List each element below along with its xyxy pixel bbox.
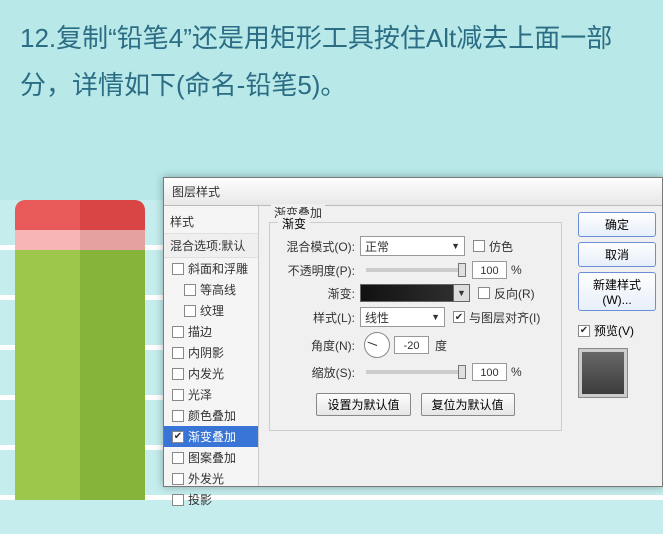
styles-list: 样式 混合选项:默认 斜面和浮雕等高线纹理描边内阴影内发光光泽颜色叠加 ✔ 渐变叠加… — [164, 206, 259, 486]
style-item-label: 内发光 — [188, 365, 224, 382]
style-checkbox[interactable] — [184, 305, 196, 317]
ok-button[interactable]: 确定 — [578, 212, 656, 237]
preview-label: 预览(V) — [594, 322, 634, 339]
style-checkbox[interactable] — [172, 347, 184, 359]
pencil-ferrule — [15, 230, 145, 250]
style-item[interactable]: 图案叠加 — [164, 447, 258, 468]
style-item-label: 渐变叠加 — [188, 428, 236, 445]
style-item[interactable]: 描边 — [164, 321, 258, 342]
blend-mode-label: 混合模式(O): — [280, 238, 355, 255]
opacity-value[interactable]: 100 — [472, 261, 507, 279]
blend-mode-select[interactable]: 正常 ▼ — [360, 236, 465, 256]
chevron-down-icon: ▼ — [451, 241, 460, 251]
scale-value[interactable]: 100 — [472, 363, 507, 381]
gradient-label: 渐变: — [280, 285, 355, 302]
dialog-title: 图层样式 — [172, 183, 220, 200]
style-item[interactable]: 颜色叠加 — [164, 405, 258, 426]
angle-value[interactable]: -20 — [394, 336, 429, 354]
style-item[interactable]: 纹理 — [164, 300, 258, 321]
settings-panel: 渐变叠加 渐变 混合模式(O): 正常 ▼ 仿色 不透明度(P): — [259, 206, 572, 486]
scale-slider[interactable] — [366, 370, 466, 374]
cancel-button[interactable]: 取消 — [578, 242, 656, 267]
style-item-label: 斜面和浮雕 — [188, 260, 248, 277]
style-checkbox[interactable] — [184, 284, 196, 296]
style-checkbox[interactable] — [172, 452, 184, 464]
style-item-label: 图案叠加 — [188, 449, 236, 466]
dialog-titlebar[interactable]: 图层样式 — [164, 178, 662, 206]
style-item-label: 投影 — [188, 491, 212, 508]
blend-options-header[interactable]: 混合选项:默认 — [164, 233, 258, 258]
new-style-button[interactable]: 新建样式(W)... — [578, 272, 656, 311]
reset-default-button[interactable]: 复位为默认值 — [421, 393, 515, 416]
style-select[interactable]: 线性 ▼ — [360, 307, 445, 327]
style-checkbox[interactable] — [172, 410, 184, 422]
reverse-checkbox[interactable] — [478, 287, 490, 299]
reverse-label: 反向(R) — [494, 285, 535, 302]
gradient-group: 渐变 混合模式(O): 正常 ▼ 仿色 不透明度(P): 100 — [269, 222, 562, 431]
style-item[interactable]: 斜面和浮雕 — [164, 258, 258, 279]
preview-checkbox[interactable]: ✔ — [578, 325, 590, 337]
style-checkbox[interactable] — [172, 263, 184, 275]
dialog-buttons-column: 确定 取消 新建样式(W)... ✔ 预览(V) — [572, 206, 662, 486]
chevron-down-icon[interactable]: ▼ — [453, 285, 469, 301]
angle-dial[interactable] — [364, 332, 390, 358]
style-item-label: 内阴影 — [188, 344, 224, 361]
style-item-label: 描边 — [188, 323, 212, 340]
dither-checkbox[interactable] — [473, 240, 485, 252]
gradient-picker[interactable]: ▼ — [360, 284, 470, 302]
style-item-label: 纹理 — [200, 302, 224, 319]
align-label: 与图层对齐(I) — [469, 309, 540, 326]
style-item[interactable]: ✔ 渐变叠加 — [164, 426, 258, 447]
align-checkbox[interactable]: ✔ — [453, 311, 465, 323]
angle-label: 角度(N): — [280, 337, 355, 354]
style-checkbox[interactable] — [172, 326, 184, 338]
pencil-body — [15, 250, 145, 500]
style-item[interactable]: 内发光 — [164, 363, 258, 384]
group-inner-title: 渐变 — [278, 215, 310, 232]
opacity-slider[interactable] — [366, 268, 466, 272]
layer-style-dialog: 图层样式 样式 混合选项:默认 斜面和浮雕等高线纹理描边内阴影内发光光泽颜色叠加… — [163, 177, 663, 487]
style-checkbox[interactable]: ✔ — [172, 431, 184, 443]
angle-unit: 度 — [435, 337, 447, 354]
styles-header[interactable]: 样式 — [164, 210, 258, 233]
scale-label: 缩放(S): — [280, 364, 355, 381]
preview-swatch — [578, 348, 628, 398]
style-item-label: 等高线 — [200, 281, 236, 298]
opacity-label: 不透明度(P): — [280, 262, 355, 279]
style-checkbox[interactable] — [172, 473, 184, 485]
scale-unit: % — [511, 365, 522, 379]
style-checkbox[interactable] — [172, 389, 184, 401]
dither-label: 仿色 — [489, 238, 513, 255]
style-checkbox[interactable] — [172, 368, 184, 380]
opacity-unit: % — [511, 263, 522, 277]
style-item[interactable]: 光泽 — [164, 384, 258, 405]
style-checkbox[interactable] — [172, 494, 184, 506]
style-item-label: 颜色叠加 — [188, 407, 236, 424]
style-item-label: 外发光 — [188, 470, 224, 487]
style-item-label: 光泽 — [188, 386, 212, 403]
instruction-text: 12.复制“铅笔4”还是用矩形工具按住Alt减去上面一部分，详情如下(命名-铅笔… — [0, 0, 663, 124]
set-default-button[interactable]: 设置为默认值 — [316, 393, 410, 416]
chevron-down-icon: ▼ — [431, 312, 440, 322]
style-item[interactable]: 外发光 — [164, 468, 258, 489]
style-item[interactable]: 内阴影 — [164, 342, 258, 363]
style-item[interactable]: 等高线 — [164, 279, 258, 300]
style-label: 样式(L): — [280, 309, 355, 326]
style-item[interactable]: 投影 — [164, 489, 258, 510]
pencil-eraser — [15, 200, 145, 230]
pencil-illustration — [15, 200, 145, 500]
